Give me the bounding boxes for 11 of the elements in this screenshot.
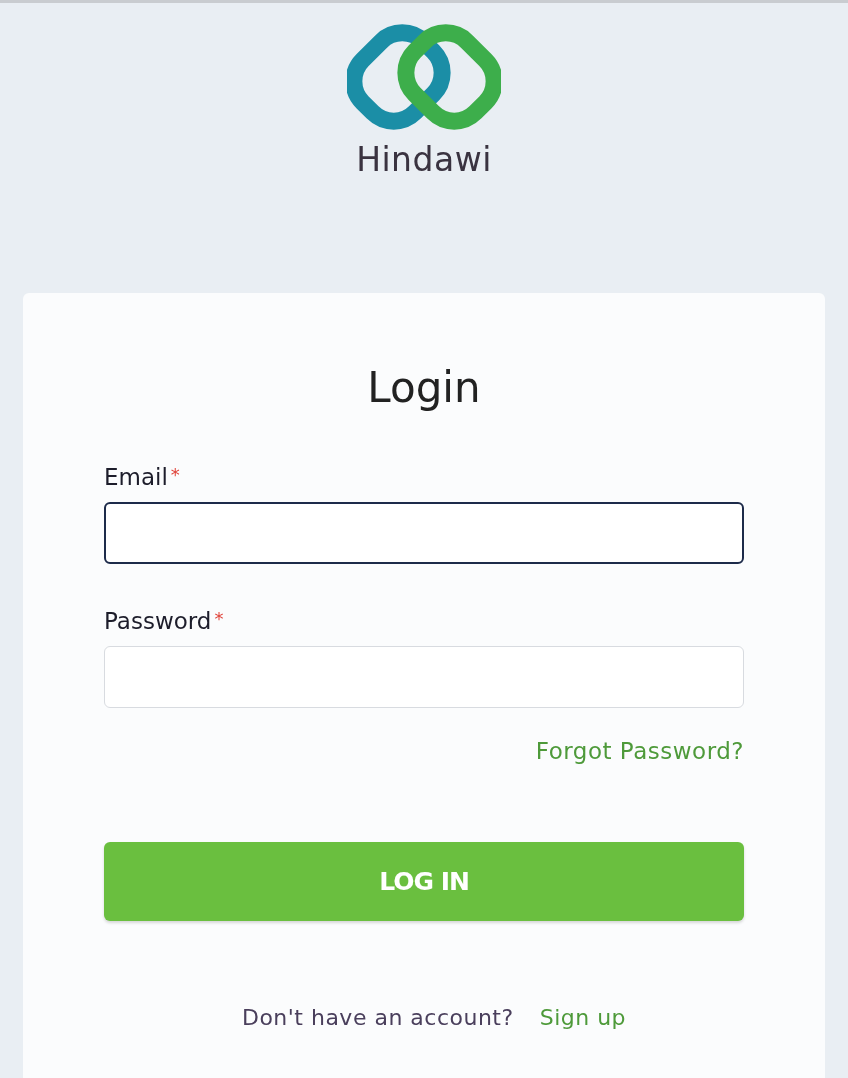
input-field[interactable] — [104, 502, 744, 564]
brand-name: Hindawi — [356, 140, 492, 179]
login-button[interactable]: LOG IN — [104, 842, 744, 921]
required-marker: * — [170, 464, 180, 485]
field-label: Email — [104, 464, 168, 490]
forgot-password-link[interactable]: Forgot Password? — [535, 738, 744, 764]
signup-prompt: Don't have an account? — [241, 1005, 514, 1030]
signup-link[interactable]: Sign up — [539, 1005, 627, 1030]
login-title: Login — [367, 363, 481, 412]
field-label: Password — [104, 608, 212, 634]
required-marker: * — [214, 608, 224, 629]
